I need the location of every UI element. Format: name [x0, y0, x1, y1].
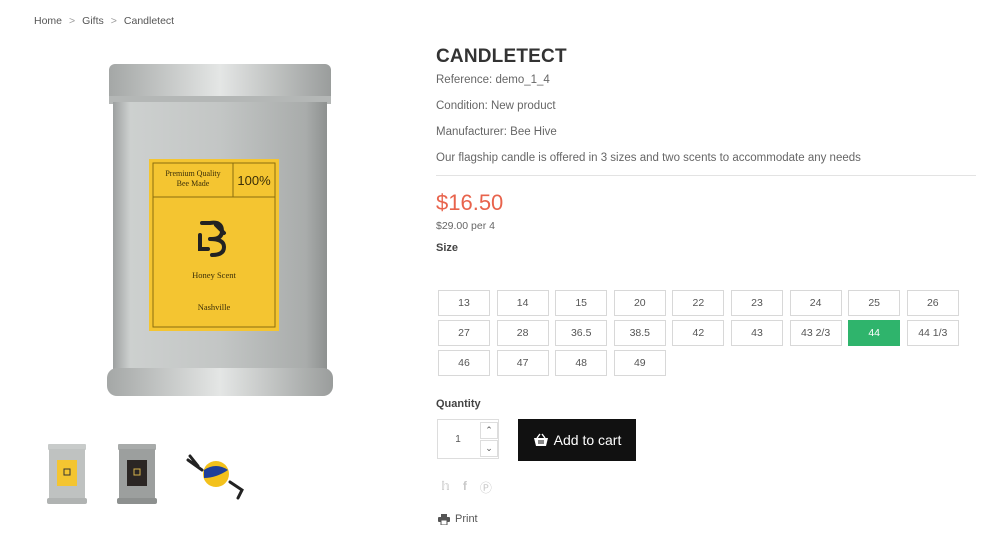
size-option[interactable]: 28: [496, 320, 549, 346]
thumbnail-volleyball[interactable]: [184, 442, 248, 506]
size-option[interactable]: 46: [438, 350, 490, 376]
size-option[interactable]: 23: [731, 290, 783, 316]
chevron-down-icon: ⌄: [485, 443, 493, 453]
size-option[interactable]: 48: [555, 350, 608, 376]
chevron-up-icon: ⌃: [485, 425, 493, 435]
add-to-cart-button[interactable]: Add to cart: [518, 419, 636, 461]
size-option[interactable]: 49: [613, 350, 666, 376]
product-condition: Condition: New product: [436, 100, 556, 112]
quantity-increment-button[interactable]: ⌃: [480, 422, 498, 439]
breadcrumb-current: Candletect: [123, 15, 175, 27]
product-reference: Reference: demo_1_4: [436, 74, 550, 86]
product-info: CANDLETECT Reference: demo_1_4 Condition…: [436, 46, 976, 254]
size-option[interactable]: 22: [672, 290, 725, 316]
print-label: Print: [455, 513, 478, 525]
size-option[interactable]: 20: [613, 290, 666, 316]
size-option[interactable]: 24: [789, 290, 842, 316]
thumbnail-dark-tin[interactable]: [114, 442, 160, 506]
thumbnail-gallery: [44, 442, 272, 506]
product-description: Our flagship candle is offered in 3 size…: [436, 152, 861, 164]
breadcrumb-home[interactable]: Home: [34, 15, 62, 27]
quantity-input[interactable]: [438, 420, 478, 458]
breadcrumb: Home > Gifts > Candletect: [34, 15, 174, 27]
svg-text:Bee Made: Bee Made: [177, 179, 210, 188]
product-manufacturer: Manufacturer: Bee Hive: [436, 126, 557, 138]
printer-icon: [438, 513, 450, 525]
pinterest-icon[interactable]: Ⓟ: [480, 479, 492, 496]
svg-text:Nashville: Nashville: [198, 302, 231, 312]
size-option[interactable]: 36.5: [555, 320, 608, 346]
size-option[interactable]: 43: [731, 320, 783, 346]
breadcrumb-separator: >: [69, 15, 76, 27]
product-price: $16.50: [436, 190, 504, 215]
svg-text:Premium Quality: Premium Quality: [165, 169, 220, 178]
thumbnail-silver-tin[interactable]: [44, 442, 90, 506]
svg-text:Honey Scent: Honey Scent: [192, 270, 236, 280]
social-share: 𝕙 f Ⓟ: [441, 479, 505, 496]
size-option[interactable]: 14: [496, 290, 549, 316]
quantity-decrement-button[interactable]: ⌄: [480, 440, 498, 457]
size-option[interactable]: 13: [438, 290, 490, 316]
size-option[interactable]: 44 1/3: [906, 320, 959, 346]
size-option[interactable]: 27: [438, 320, 490, 346]
add-to-cart-label: Add to cart: [553, 432, 622, 448]
size-label: Size: [436, 242, 459, 254]
size-option[interactable]: 26: [906, 290, 959, 316]
svg-text:100%: 100%: [237, 173, 271, 188]
size-option[interactable]: 44: [848, 320, 901, 346]
product-main-image[interactable]: Premium Quality Bee Made 100% Honey Scen…: [88, 52, 348, 414]
size-option[interactable]: 42: [672, 320, 725, 346]
quantity-label: Quantity: [436, 398, 481, 410]
breadcrumb-gifts[interactable]: Gifts: [82, 15, 104, 27]
size-option[interactable]: 38.5: [613, 320, 666, 346]
product-title: CANDLETECT: [436, 46, 567, 67]
twitter-icon[interactable]: 𝕙: [441, 479, 450, 496]
print-link[interactable]: Print: [438, 513, 478, 525]
unit-price: $29.00 per 4: [436, 220, 495, 232]
shopping-basket-icon: [533, 433, 548, 446]
divider: [436, 175, 976, 176]
size-option[interactable]: 15: [555, 290, 608, 316]
size-option[interactable]: 25: [848, 290, 901, 316]
size-option[interactable]: 47: [496, 350, 549, 376]
breadcrumb-separator: >: [110, 15, 117, 27]
size-option[interactable]: 43 2/3: [789, 320, 842, 346]
quantity-stepper: ⌃ ⌄: [437, 419, 499, 459]
facebook-icon[interactable]: f: [463, 479, 467, 496]
